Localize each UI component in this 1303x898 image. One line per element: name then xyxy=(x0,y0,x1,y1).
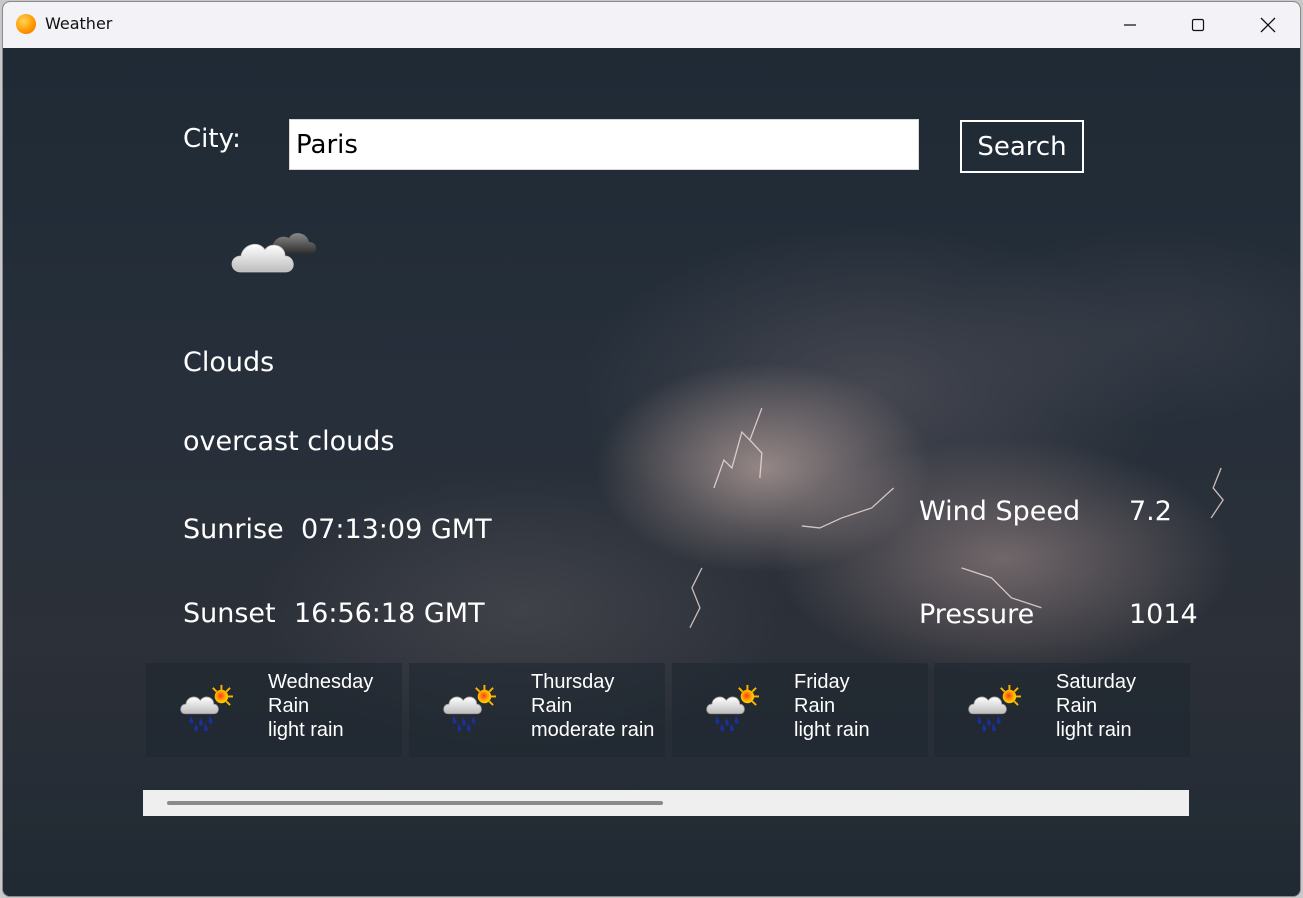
weather-main: Clouds xyxy=(183,347,275,378)
weather-window: Weather City: Search xyxy=(2,1,1301,897)
forecast-card: Thursday Rain moderate rain xyxy=(409,663,665,757)
rain-sun-icon xyxy=(442,683,497,733)
sunset-label: Sunset xyxy=(183,598,276,629)
city-input[interactable] xyxy=(289,119,919,170)
forecast-main: Rain xyxy=(1056,695,1098,717)
forecast-description: light rain xyxy=(1056,719,1132,741)
search-button[interactable]: Search xyxy=(960,120,1084,173)
forecast-main: Rain xyxy=(268,695,310,717)
wind-speed-value: 7.2 xyxy=(1129,496,1172,527)
rain-sun-icon xyxy=(179,683,234,733)
minimize-button[interactable] xyxy=(1095,2,1165,48)
rain-sun-icon xyxy=(967,683,1022,733)
forecast-main: Rain xyxy=(531,695,573,717)
rain-sun-icon xyxy=(705,683,760,733)
title-bar: Weather xyxy=(3,2,1300,48)
pressure-label: Pressure xyxy=(919,599,1035,630)
weather-content: City: Search Clouds overcast clouds Sunr… xyxy=(3,48,1300,896)
forecast-card: Wednesday Rain light rain xyxy=(146,663,402,757)
minimize-icon xyxy=(1124,24,1136,26)
maximize-icon xyxy=(1191,18,1205,32)
window-title: Weather xyxy=(45,14,113,33)
sunset-value: 16:56:18 GMT xyxy=(294,598,485,629)
pressure-value: 1014 xyxy=(1129,599,1198,630)
forecast-day: Friday xyxy=(794,671,850,693)
forecast-day: Saturday xyxy=(1056,671,1137,693)
city-label: City: xyxy=(183,124,241,154)
close-icon xyxy=(1260,17,1276,33)
cloudy-icon xyxy=(231,233,317,273)
storm-background-image xyxy=(689,407,1224,629)
forecast-card: Saturday Rain light rain xyxy=(934,663,1190,757)
sunrise-label: Sunrise xyxy=(183,514,284,545)
forecast-main: Rain xyxy=(794,695,836,717)
close-button[interactable] xyxy=(1233,2,1300,48)
forecast-description: light rain xyxy=(268,719,344,741)
forecast-card: Friday Rain light rain xyxy=(672,663,928,757)
wind-speed-label: Wind Speed xyxy=(919,496,1081,527)
maximize-button[interactable] xyxy=(1163,2,1233,48)
forecast-strip: Wednesday Rain light rain Thursday Rain … xyxy=(146,663,1190,757)
forecast-day: Wednesday xyxy=(268,671,374,693)
forecast-day: Thursday xyxy=(531,671,615,693)
app-icon xyxy=(16,14,36,34)
scrollbar-thumb[interactable] xyxy=(167,801,663,805)
sunrise-value: 07:13:09 GMT xyxy=(301,514,492,545)
weather-description: overcast clouds xyxy=(183,426,395,457)
forecast-description: light rain xyxy=(794,719,870,741)
forecast-description: moderate rain xyxy=(531,719,655,741)
forecast-scrollbar[interactable] xyxy=(143,790,1189,816)
